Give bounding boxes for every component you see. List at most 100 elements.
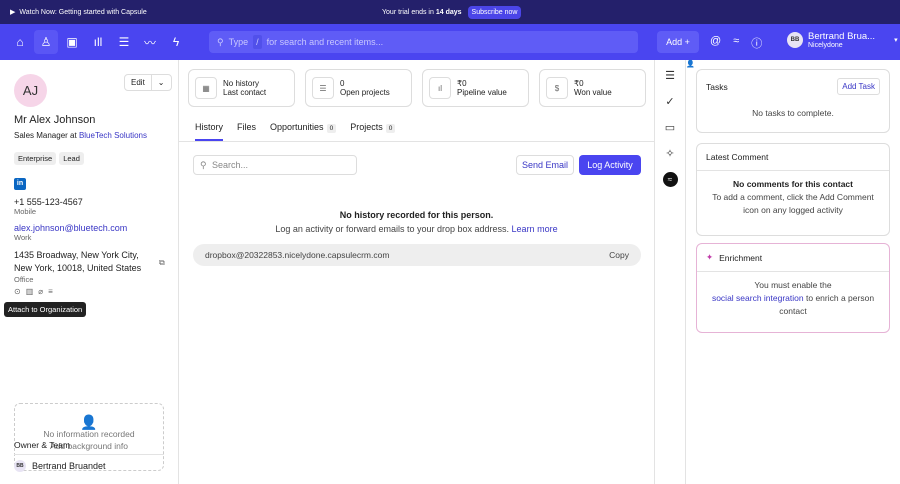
- watch-now-link[interactable]: Watch Now: Getting started with Capsule: [19, 9, 146, 16]
- attach-icon[interactable]: ⌀: [38, 287, 43, 296]
- tasks-title: Tasks: [706, 81, 728, 92]
- calendar-icon[interactable]: ▣: [60, 30, 84, 54]
- enrichment-title: Enrichment: [719, 252, 763, 263]
- comment-icon[interactable]: ▭: [655, 114, 685, 140]
- log-activity-button[interactable]: Log Activity: [579, 155, 641, 175]
- stat-card-projects: ☰ 0 Open projects: [305, 69, 412, 107]
- stat-value: ₹0: [457, 79, 467, 88]
- search-placeholder: for search and recent items...: [266, 37, 384, 47]
- phone-label: Mobile: [14, 207, 37, 216]
- sparkle-icon[interactable]: ✧: [655, 140, 685, 166]
- tooltip: Attach to Organization: [4, 302, 87, 317]
- search-icon: ⚲: [200, 159, 207, 170]
- pipeline-icon[interactable]: ıll: [86, 30, 110, 54]
- add-button[interactable]: Add +: [657, 31, 699, 53]
- edit-button-group[interactable]: Edit ⌄: [124, 74, 172, 91]
- tab-projects[interactable]: Projects 0: [350, 118, 396, 141]
- global-search-input[interactable]: ⚲ Type / for search and recent items...: [209, 31, 638, 53]
- owner-item[interactable]: BB Bertrand Bruandet: [14, 460, 106, 472]
- reports-icon[interactable]: 〰: [138, 30, 162, 54]
- user-menu[interactable]: BB Bertrand Brua... Nicelydone ▾: [787, 31, 898, 49]
- search-icon: ⚲: [217, 36, 224, 47]
- stat-card-last-contact: ▦ No history Last contact: [188, 69, 295, 107]
- pipeline-icon: ıl: [429, 77, 451, 99]
- dropbox-email: dropbox@20322853.nicelydone.capsulecrm.c…: [205, 250, 390, 260]
- history-search-input[interactable]: ⚲ Search...: [193, 155, 357, 175]
- layers-icon[interactable]: ☰: [655, 62, 685, 88]
- tab-opportunities[interactable]: Opportunities 0: [270, 118, 337, 141]
- social-search-link[interactable]: social search integration: [712, 293, 804, 303]
- owner-avatar: BB: [14, 460, 26, 472]
- stat-label: Last contact: [223, 88, 267, 97]
- tab-count: 0: [385, 124, 396, 133]
- contact-name: Mr Alex Johnson: [14, 114, 96, 126]
- linkedin-icon[interactable]: in: [14, 178, 26, 190]
- people-icon[interactable]: ♙: [34, 30, 58, 54]
- stat-card-pipeline: ıl ₹0 Pipeline value: [422, 69, 529, 107]
- address: 1435 Broadway, New York City, New York, …: [14, 250, 142, 273]
- stat-value: 0: [340, 79, 345, 88]
- tasks-icon[interactable]: ✓: [655, 88, 685, 114]
- send-email-button[interactable]: Send Email: [516, 155, 574, 175]
- chevron-down-icon[interactable]: ⌄: [150, 75, 171, 90]
- add-user-icon: 👤+: [686, 61, 699, 68]
- plus-icon: +: [684, 37, 690, 47]
- contact-sidebar: AJ Edit ⌄ Mr Alex Johnson Sales Manager a…: [0, 60, 179, 484]
- map-icon[interactable]: ▥: [26, 287, 34, 296]
- email-link[interactable]: alex.johnson@bluetech.com: [14, 223, 164, 233]
- owner-name: Bertrand Bruandet: [32, 461, 106, 471]
- tag[interactable]: Enterprise: [14, 152, 57, 165]
- comment-empty-text: To add a comment, click the Add Comment …: [712, 192, 874, 215]
- feed-icon[interactable]: ≈: [655, 166, 685, 192]
- company-link[interactable]: BlueTech Solutions: [79, 131, 147, 140]
- list-icon[interactable]: ≡: [48, 287, 53, 296]
- subscribe-button[interactable]: Subscribe now: [467, 5, 522, 19]
- copy-icon[interactable]: ⧉: [159, 258, 165, 268]
- address-label: Office: [14, 275, 34, 284]
- projects-icon[interactable]: ☰: [112, 30, 136, 54]
- tab-files[interactable]: Files: [237, 118, 256, 141]
- tab-history[interactable]: History: [195, 118, 224, 141]
- user-org: Nicelydone: [808, 42, 843, 49]
- person-icon: 👤: [80, 414, 98, 430]
- announcement-bar: ▶ Watch Now: Getting started with Capsul…: [0, 0, 900, 68]
- tab-label: Projects: [350, 122, 383, 132]
- enrichment-panel: ✦ Enrichment You must enable the social se…: [696, 243, 890, 333]
- invite-team-button[interactable]: 👤+ Invite team members: [686, 60, 900, 68]
- empty-text: Log an activity or forward emails to you…: [275, 224, 510, 234]
- email-label: Work: [14, 233, 32, 242]
- calendar-icon: ▦: [195, 77, 217, 99]
- tab-label: Opportunities: [270, 122, 324, 132]
- search-shortcut: /: [253, 35, 262, 49]
- user-name: Bertrand Brua...: [808, 31, 876, 42]
- stat-label: Won value: [574, 88, 612, 97]
- projects-icon: ☰: [312, 77, 334, 99]
- edit-button[interactable]: Edit: [125, 75, 151, 90]
- search-type: Type: [228, 37, 249, 47]
- learn-more-link[interactable]: Learn more: [512, 224, 558, 234]
- stat-card-won: $ ₹0 Won value: [539, 69, 646, 107]
- tasks-empty: No tasks to complete.: [752, 108, 834, 118]
- right-rail: ☰ ✓ ▭ ✧ ≈: [655, 60, 686, 484]
- mentions-icon[interactable]: @: [710, 35, 721, 51]
- comment-title: Latest Comment: [697, 144, 889, 171]
- location-pin-icon[interactable]: ⊙: [14, 287, 21, 296]
- stat-label: Open projects: [340, 88, 390, 97]
- feed-icon[interactable]: ≈: [733, 35, 739, 51]
- help-icon[interactable]: ⓘ: [751, 35, 762, 51]
- phone-number[interactable]: +1 555-123-4567: [14, 197, 164, 207]
- trial-text: Your trial ends in: [382, 8, 434, 16]
- home-icon[interactable]: ⌂: [8, 30, 32, 54]
- play-icon[interactable]: ▶: [10, 8, 15, 16]
- comment-empty-title: No comments for this contact: [733, 179, 853, 189]
- dollar-icon: $: [546, 77, 568, 99]
- tag[interactable]: Lead: [59, 152, 84, 165]
- add-task-button[interactable]: Add Task: [837, 78, 880, 95]
- dropbox-address: dropbox@20322853.nicelydone.capsulecrm.c…: [193, 244, 641, 266]
- stat-value: No history: [223, 79, 260, 88]
- tasks-panel: Tasks Add Task No tasks to complete.: [696, 69, 890, 133]
- tab-count: 0: [326, 124, 337, 133]
- workflow-icon[interactable]: ϟ: [164, 30, 188, 54]
- copy-button[interactable]: Copy: [609, 250, 629, 260]
- contact-avatar: AJ: [14, 74, 47, 107]
